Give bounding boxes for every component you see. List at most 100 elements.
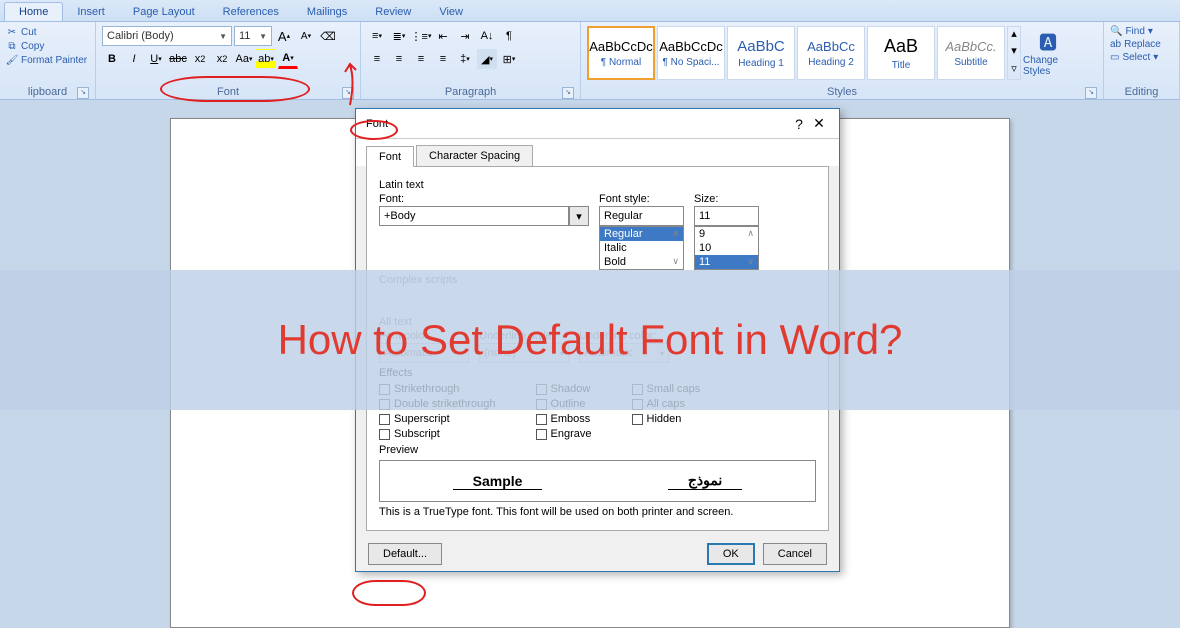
replace-icon: ab [1110,39,1121,50]
dialog-title: Font [366,118,388,130]
find-button[interactable]: 🔍Find ▾ [1110,26,1161,37]
align-right-button[interactable]: ≡ [411,49,431,69]
tab-pagelayout[interactable]: Page Layout [119,3,209,21]
ok-button[interactable]: OK [707,543,755,565]
superscript-checkbox[interactable]: Superscript [379,413,496,425]
select-button[interactable]: ▭Select ▾ [1110,52,1161,63]
replace-button[interactable]: abReplace [1110,39,1161,50]
font-launcher-icon[interactable]: ↘ [342,87,354,99]
clipboard-group-label: lipboard↘ [4,85,91,99]
bold-button[interactable]: B [102,49,122,69]
tab-view[interactable]: View [425,3,477,21]
styles-gallery[interactable]: AaBbCcDc¶ Normal AaBbCcDc¶ No Spaci... A… [585,24,1075,82]
style-normal[interactable]: AaBbCcDc¶ Normal [587,26,655,80]
subscript-button[interactable]: x2 [190,49,210,69]
borders-button[interactable]: ⊞▾ [499,49,519,69]
clear-formatting-button[interactable]: ⌫ [318,26,338,46]
tab-mailings[interactable]: Mailings [293,3,361,21]
styles-launcher-icon[interactable]: ↘ [1085,87,1097,99]
ribbon-tabs: Home Insert Page Layout References Maili… [0,0,1180,22]
emboss-checkbox[interactable]: Emboss [536,413,592,425]
hidden-checkbox[interactable]: Hidden [632,413,701,425]
font-color-button[interactable]: A▾ [278,49,298,69]
tab-review[interactable]: Review [361,3,425,21]
copy-button[interactable]: ⧉Copy [6,40,87,52]
shading-button[interactable]: ◢▾ [477,49,497,69]
preview-sample-complex: نموذج [668,472,743,490]
gallery-more-icon[interactable]: ▿ [1008,62,1020,79]
cancel-button[interactable]: Cancel [763,543,827,565]
dialog-tab-charspacing[interactable]: Character Spacing [416,145,533,166]
cut-button[interactable]: ✂Cut [6,26,87,38]
shrink-font-button[interactable]: A▾ [296,26,316,46]
engrave-checkbox[interactable]: Engrave [536,428,592,440]
font-field-label: Font: [379,193,589,205]
change-styles-button[interactable]: 🅰 Change Styles [1023,26,1073,80]
default-button[interactable]: Default... [368,543,442,565]
dialog-close-button[interactable]: ✕ [809,115,829,132]
brush-icon: 🖌 [6,54,18,66]
chevron-down-icon: ▼ [259,32,267,41]
style-nospacing[interactable]: AaBbCcDc¶ No Spaci... [657,26,725,80]
clipboard-launcher-icon[interactable]: ↘ [77,87,89,99]
font-size-combo[interactable]: 11▼ [234,26,272,46]
preview-note: This is a TrueType font. This font will … [379,506,816,518]
size-listbox[interactable]: 9∧ 10 11∨ [694,226,759,270]
overlay-headline: How to Set Default Font in Word? [278,316,903,364]
bullets-button[interactable]: ≡▾ [367,26,387,46]
copy-icon: ⧉ [6,40,18,52]
highlight-button[interactable]: ab▾ [256,49,276,69]
chevron-down-icon: ▼ [219,32,227,41]
style-subtitle[interactable]: AaBbCc.Subtitle [937,26,1005,80]
styles-group-label: Styles↘ [585,85,1099,99]
dialog-help-button[interactable]: ? [789,116,809,132]
style-title[interactable]: AaBTitle [867,26,935,80]
numbering-button[interactable]: ≣▾ [389,26,409,46]
font-dropdown-button[interactable]: ▾ [569,206,589,226]
strikethrough-button[interactable]: abc [168,49,188,69]
grow-font-button[interactable]: A▴ [274,26,294,46]
ribbon: ✂Cut ⧉Copy 🖌Format Painter lipboard↘ Cal… [0,22,1180,100]
dec-indent-button[interactable]: ⇤ [433,26,453,46]
fontstyle-field-label: Font style: [599,193,684,205]
line-spacing-button[interactable]: ‡▾ [455,49,475,69]
superscript-button[interactable]: x2 [212,49,232,69]
tab-home[interactable]: Home [4,2,63,21]
overlay-banner: How to Set Default Font in Word? [0,270,1180,410]
font-name-combo[interactable]: Calibri (Body)▼ [102,26,232,46]
show-marks-button[interactable]: ¶ [499,26,519,46]
find-icon: 🔍 [1110,26,1122,37]
dialog-tab-font[interactable]: Font [366,146,414,167]
subscript-checkbox[interactable]: Subscript [379,428,496,440]
justify-button[interactable]: ≡ [433,49,453,69]
style-heading1[interactable]: AaBbCHeading 1 [727,26,795,80]
fontstyle-input[interactable] [599,206,684,226]
paragraph-launcher-icon[interactable]: ↘ [562,87,574,99]
font-input[interactable] [379,206,569,226]
editing-group-label: Editing [1108,85,1175,99]
size-field-label: Size: [694,193,759,205]
scissors-icon: ✂ [6,26,18,38]
italic-button[interactable]: I [124,49,144,69]
change-case-button[interactable]: Aa▾ [234,49,254,69]
tab-insert[interactable]: Insert [63,3,119,21]
sort-button[interactable]: A↓ [477,26,497,46]
gallery-down-icon[interactable]: ▾ [1008,44,1020,61]
gallery-up-icon[interactable]: ▴ [1008,27,1020,44]
preview-sample-latin: Sample [453,473,543,490]
align-center-button[interactable]: ≡ [389,49,409,69]
latin-text-label: Latin text [379,179,816,191]
paragraph-group-label: Paragraph↘ [365,85,576,99]
font-group-label: Font↘ [100,85,356,99]
style-heading2[interactable]: AaBbCcHeading 2 [797,26,865,80]
change-styles-icon: 🅰 [1039,29,1057,55]
size-input[interactable] [694,206,759,226]
fontstyle-listbox[interactable]: Regular∧ Italic Bold∨ [599,226,684,270]
underline-button[interactable]: U▾ [146,49,166,69]
multilevel-button[interactable]: ⋮≡▾ [411,26,431,46]
preview-box: Sample نموذج [379,460,816,502]
tab-references[interactable]: References [209,3,293,21]
align-left-button[interactable]: ≡ [367,49,387,69]
inc-indent-button[interactable]: ⇥ [455,26,475,46]
format-painter-button[interactable]: 🖌Format Painter [6,54,87,66]
